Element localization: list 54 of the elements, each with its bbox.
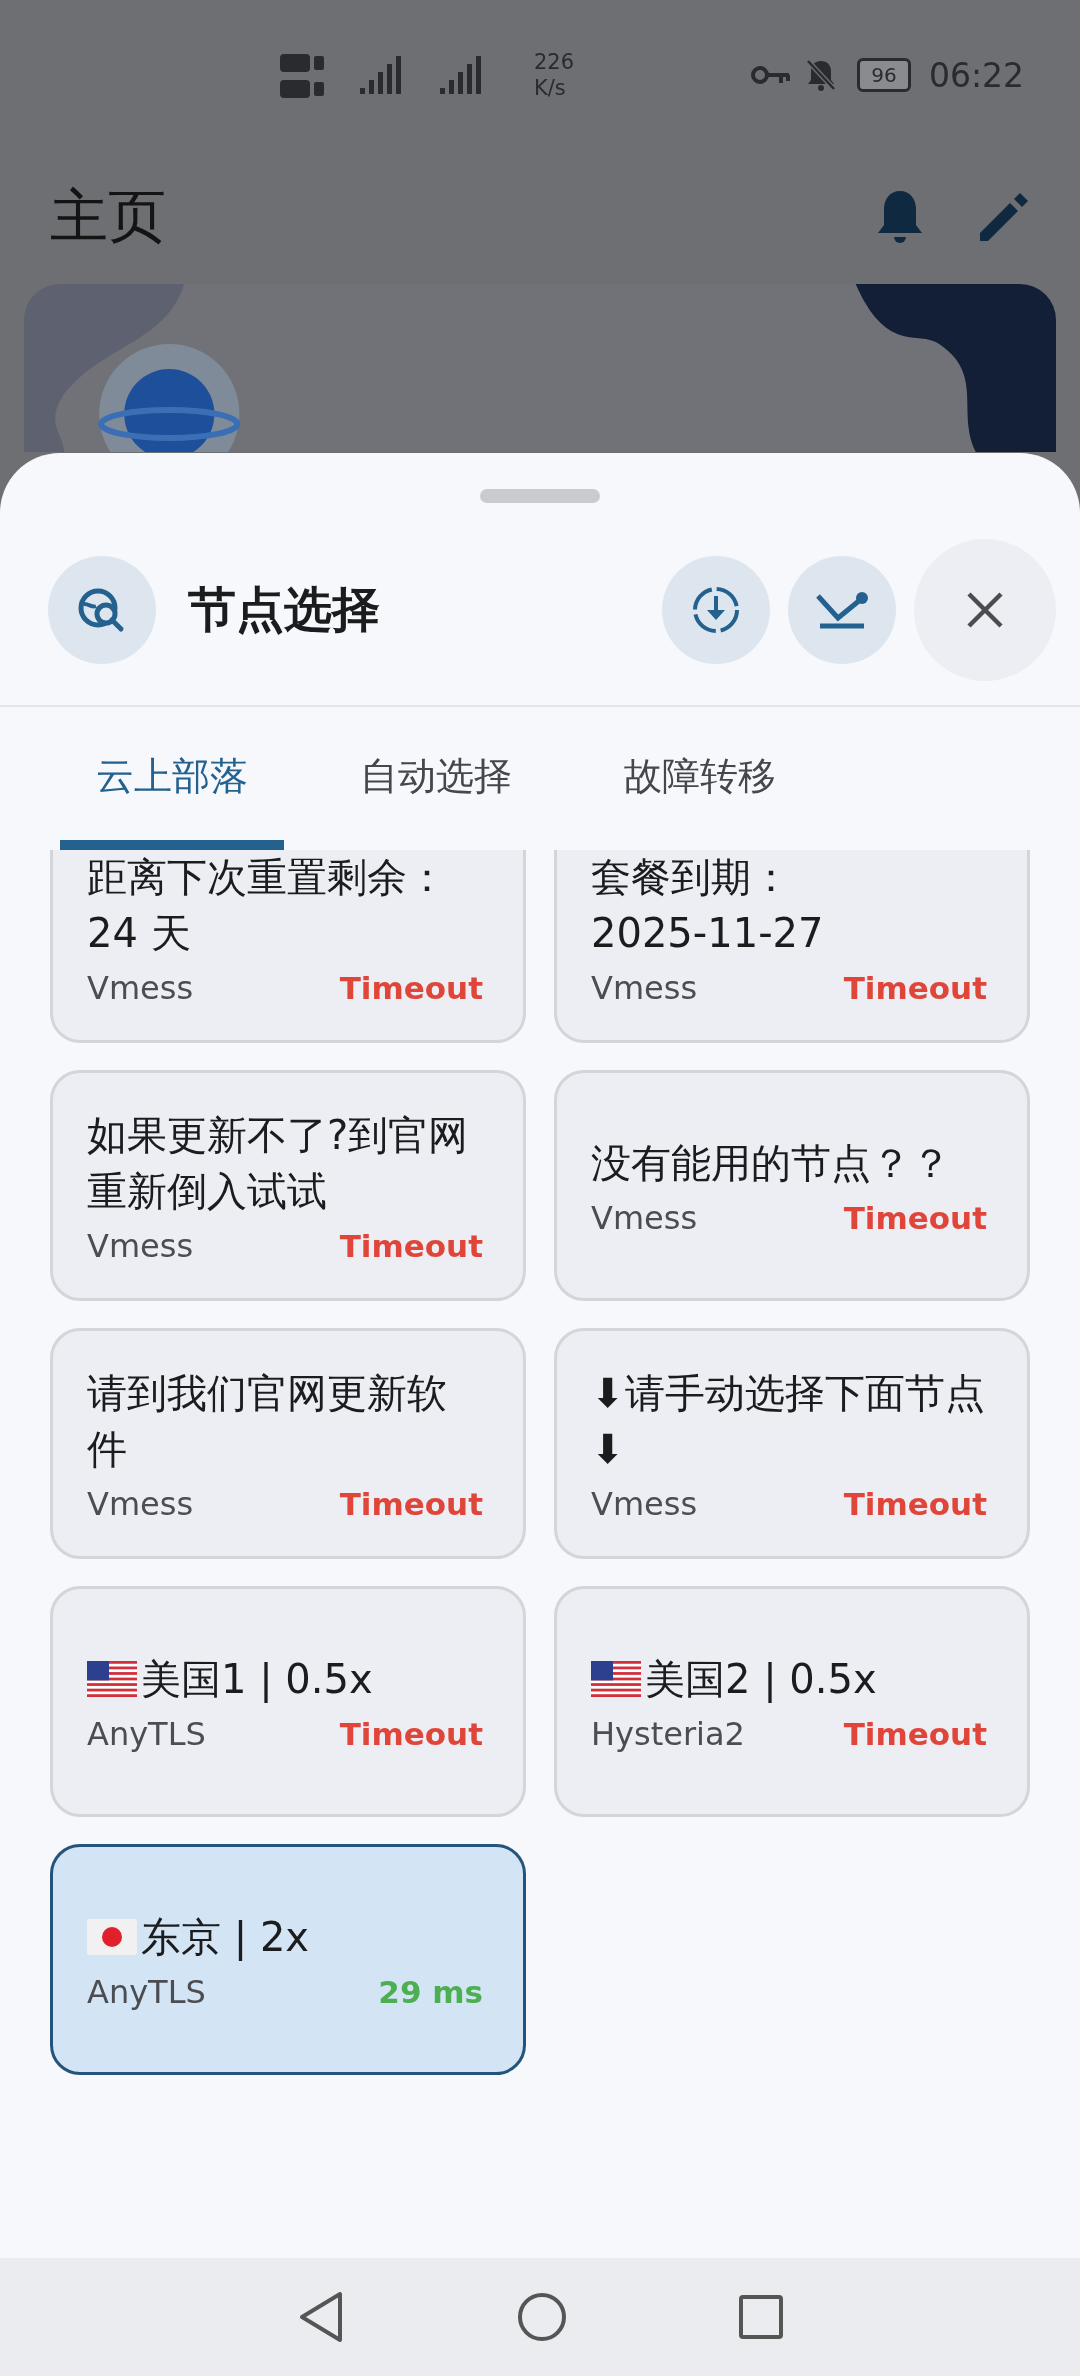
node-name: 距离下次重置剩余： 24 天 bbox=[87, 852, 447, 958]
download-icon bbox=[690, 584, 742, 636]
node-name: 美国2 | 0.5x bbox=[645, 1654, 877, 1705]
delay-label: Timeout bbox=[339, 1715, 483, 1752]
delay-label: Timeout bbox=[843, 1715, 987, 1752]
protocol-label: Hysteria2 bbox=[591, 1714, 745, 1753]
protocol-label: AnyTLS bbox=[87, 1972, 206, 2011]
node-name: 没有能用的节点？？ bbox=[591, 1138, 951, 1188]
protocol-label: Vmess bbox=[87, 1226, 194, 1265]
node-name: ⬇请手动选择下面节点⬇ bbox=[591, 1368, 986, 1474]
node-card[interactable]: 美国2 | 0.5x Hysteria2 Timeout bbox=[554, 1586, 1030, 1817]
delay-label: Timeout bbox=[843, 1485, 987, 1522]
close-icon bbox=[965, 590, 1005, 630]
delay-label: 29 ms bbox=[378, 1973, 483, 2010]
node-name: 套餐到期： 2025-11-27 bbox=[591, 852, 824, 958]
recents-button[interactable] bbox=[738, 2294, 784, 2340]
node-name: 请到我们官网更新软件 bbox=[87, 1368, 448, 1474]
node-card[interactable]: ⬇请手动选择下面节点⬇ Vmess Timeout bbox=[554, 1328, 1030, 1559]
delay-label: Timeout bbox=[843, 1199, 987, 1236]
tab[interactable]: 故障转移 bbox=[588, 707, 812, 850]
node-card[interactable]: 美国1 | 0.5x AnyTLS Timeout bbox=[50, 1586, 526, 1817]
flag-icon bbox=[87, 1918, 137, 1955]
home-button[interactable] bbox=[516, 2291, 568, 2343]
node-card[interactable]: 请到我们官网更新软件 Vmess Timeout bbox=[50, 1328, 526, 1559]
delay-label: Timeout bbox=[339, 1227, 483, 1264]
sheet-title: 节点选择 bbox=[188, 580, 380, 639]
node-card[interactable]: 距离下次重置剩余： 24 天 Vmess Timeout bbox=[50, 850, 526, 1043]
page-title: 主页 bbox=[50, 181, 166, 252]
bell-off-icon bbox=[804, 58, 837, 92]
delay-label: Timeout bbox=[339, 969, 483, 1006]
node-name: 如果更新不了?到官网重新倒入试试 bbox=[87, 1110, 470, 1216]
network-speed: 226 bbox=[534, 49, 575, 75]
node-card[interactable]: 套餐到期： 2025-11-27 Vmess Timeout bbox=[554, 850, 1030, 1043]
tab[interactable]: 自动选择 bbox=[324, 707, 548, 850]
flag-icon bbox=[87, 1660, 137, 1697]
drag-handle[interactable] bbox=[480, 489, 600, 503]
protocol-label: AnyTLS bbox=[87, 1714, 206, 1753]
protocol-label: Vmess bbox=[591, 1484, 698, 1523]
delay-label: Timeout bbox=[843, 969, 987, 1006]
battery-icon: 96 bbox=[856, 58, 911, 92]
delay-label: Timeout bbox=[339, 1485, 483, 1522]
node-card[interactable]: 如果更新不了?到官网重新倒入试试 Vmess Timeout bbox=[50, 1070, 526, 1301]
protocol-label: Vmess bbox=[591, 968, 698, 1007]
key-icon bbox=[750, 64, 791, 86]
node-card[interactable]: 没有能用的节点？？ Vmess Timeout bbox=[554, 1070, 1030, 1301]
protocol-label: Vmess bbox=[87, 968, 194, 1007]
speed-unit: K/s bbox=[534, 75, 567, 101]
flag-icon bbox=[591, 1660, 641, 1697]
node-name: 东京 | 2x bbox=[141, 1912, 310, 1963]
node-name: 美国1 | 0.5x bbox=[141, 1654, 373, 1705]
node-card[interactable]: 东京 | 2x AnyTLS 29 ms bbox=[50, 1844, 526, 2075]
protocol-label: Vmess bbox=[87, 1484, 194, 1523]
clock: 06:22 bbox=[928, 55, 1024, 95]
protocol-label: Vmess bbox=[591, 1198, 698, 1237]
